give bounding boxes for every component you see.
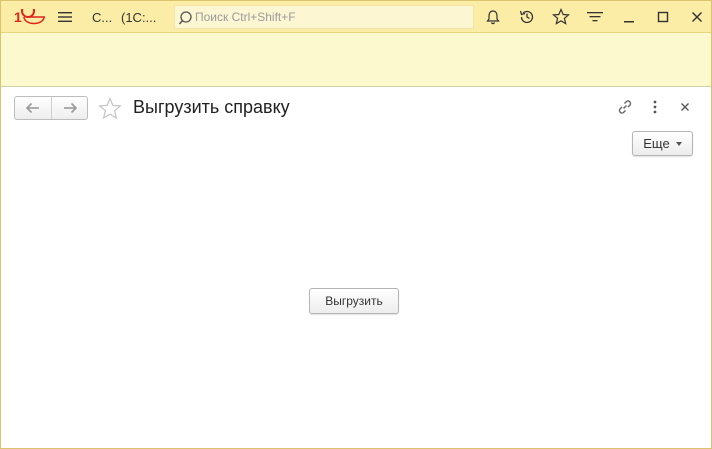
caret-down-icon: [675, 141, 682, 146]
form-close-icon[interactable]: [675, 97, 695, 117]
1c-logo-icon[interactable]: 1: [14, 9, 46, 25]
search-icon: [178, 11, 192, 25]
page-title: Выгрузить справку: [133, 97, 290, 117]
window-title: (1С:...: [121, 10, 157, 25]
star-icon[interactable]: [551, 7, 571, 27]
svg-text:1: 1: [14, 9, 22, 25]
arrow-right-icon: [63, 102, 77, 114]
more-actions-button[interactable]: Еще: [632, 131, 693, 156]
back-button[interactable]: [15, 97, 51, 119]
menu-icon[interactable]: [55, 7, 75, 27]
link-icon[interactable]: [615, 97, 635, 117]
title-bar: 1 С... (1С:...: [1, 1, 711, 33]
favorite-star-icon[interactable]: [98, 97, 122, 121]
app-window: 1 С... (1С:... Поиск Ctrl+Shift+F Выгруз…: [0, 0, 712, 449]
maximize-icon[interactable]: [653, 7, 673, 27]
more-vertical-icon[interactable]: [645, 97, 665, 117]
form-area: Выгрузить справку Еще Выгрузить: [1, 88, 711, 448]
filter-icon[interactable]: [585, 7, 605, 27]
section-label[interactable]: С...: [92, 10, 112, 25]
minimize-icon[interactable]: [619, 7, 639, 27]
search-box[interactable]: [174, 5, 474, 29]
sections-panel: [1, 33, 711, 87]
bell-icon[interactable]: [483, 7, 503, 27]
close-icon[interactable]: [687, 7, 707, 27]
search-input[interactable]: [195, 8, 471, 26]
arrow-left-icon: [25, 102, 39, 114]
export-button[interactable]: Выгрузить: [309, 288, 399, 314]
forward-button[interactable]: [51, 97, 87, 119]
more-actions-label: Еще: [643, 136, 670, 151]
history-icon[interactable]: [517, 7, 537, 27]
navigation-buttons: [14, 96, 88, 120]
